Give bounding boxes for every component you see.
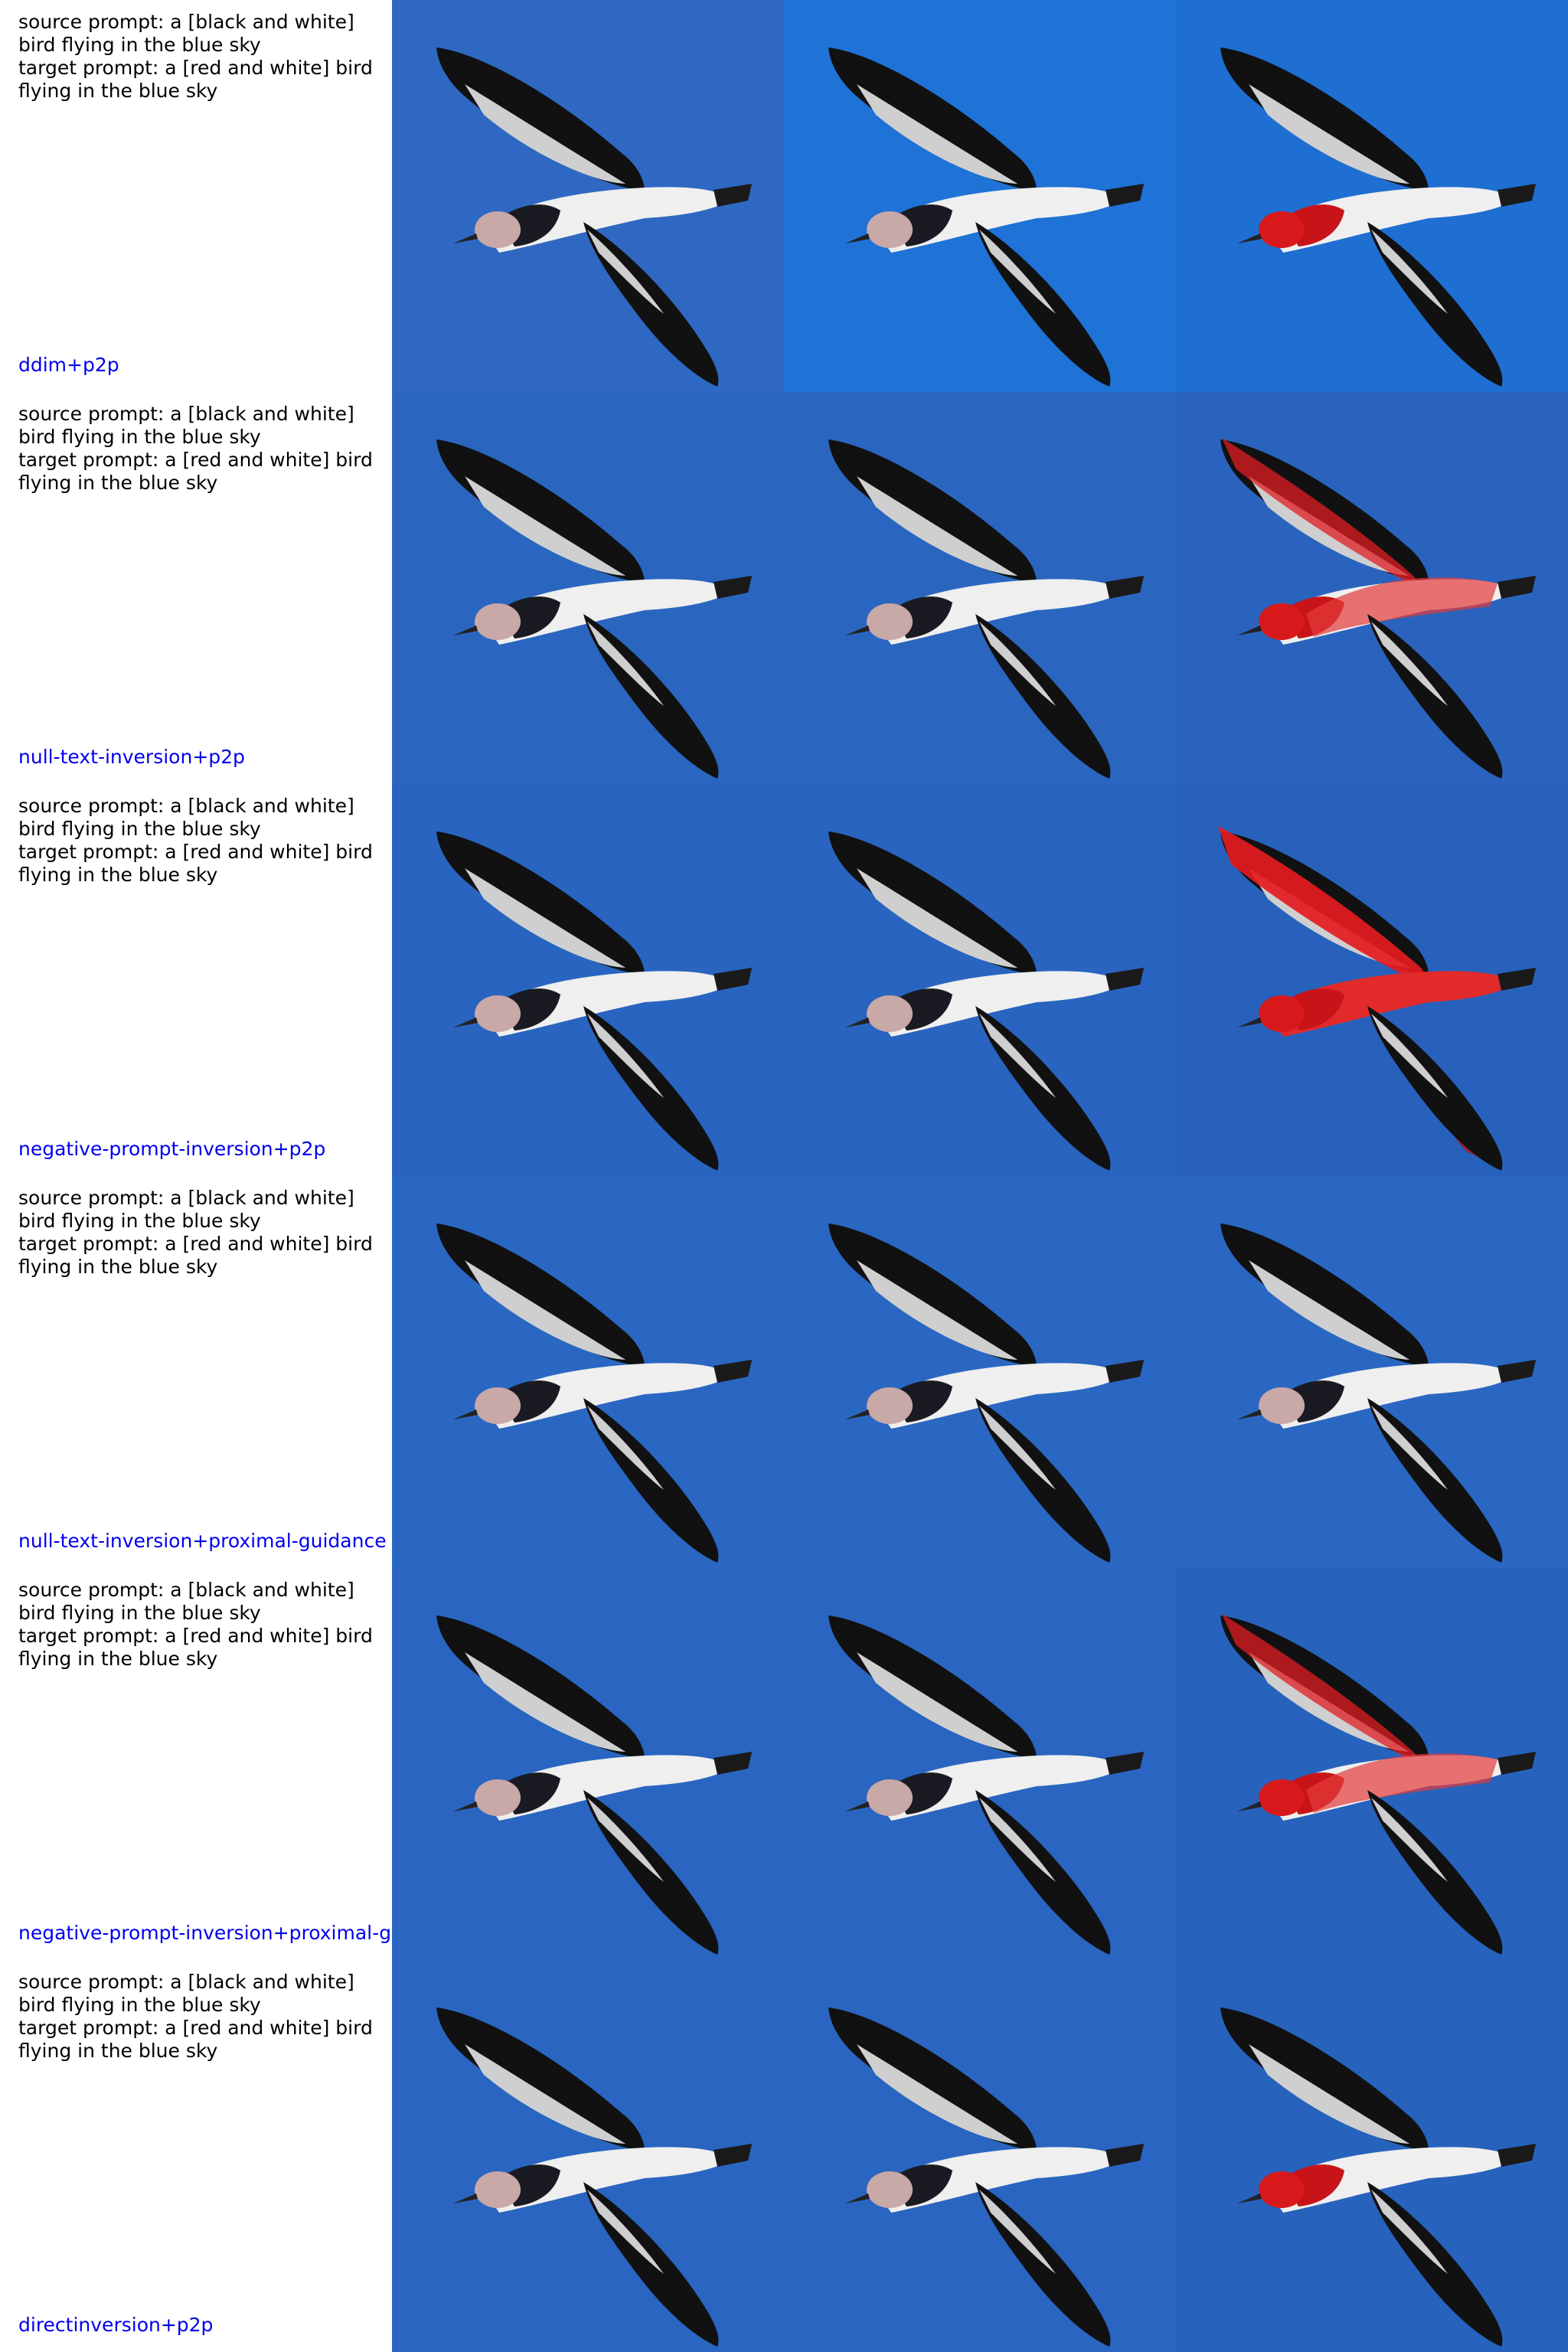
edited-image bbox=[1176, 0, 1568, 392]
prompt-text: source prompt: a [black and white] bird … bbox=[18, 403, 373, 494]
method-label: ddim+p2p bbox=[18, 354, 119, 376]
edited-image bbox=[1176, 1960, 1568, 2352]
bird-photo bbox=[1176, 784, 1568, 1176]
bird-photo bbox=[784, 1176, 1176, 1568]
prompt-text: source prompt: a [black and white] bird … bbox=[18, 1187, 373, 1278]
bird-photo bbox=[1176, 0, 1568, 392]
source-image bbox=[392, 1568, 784, 1960]
prompt-cell: source prompt: a [black and white] bird … bbox=[0, 0, 392, 392]
edited-image bbox=[1176, 1568, 1568, 1960]
bird-photo bbox=[1176, 1568, 1568, 1960]
bird-photo bbox=[392, 0, 784, 392]
bird-photo bbox=[1176, 392, 1568, 784]
bird-photo bbox=[392, 1960, 784, 2352]
edited-image bbox=[1176, 784, 1568, 1176]
prompt-cell: source prompt: a [black and white] bird … bbox=[0, 784, 392, 1176]
prompt-text: source prompt: a [black and white] bird … bbox=[18, 11, 373, 102]
comparison-grid: source prompt: a [black and white] bird … bbox=[0, 0, 1568, 2352]
prompt-text: source prompt: a [black and white] bird … bbox=[18, 795, 373, 886]
source-image bbox=[392, 1176, 784, 1568]
edited-image bbox=[1176, 392, 1568, 784]
source-image bbox=[392, 784, 784, 1176]
comparison-row: source prompt: a [black and white] bird … bbox=[0, 1568, 1568, 1960]
comparison-row: source prompt: a [black and white] bird … bbox=[0, 392, 1568, 784]
source-image bbox=[392, 0, 784, 392]
bird-photo bbox=[784, 392, 1176, 784]
prompt-cell: source prompt: a [black and white] bird … bbox=[0, 392, 392, 784]
bird-photo bbox=[392, 784, 784, 1176]
bird-photo bbox=[392, 1568, 784, 1960]
comparison-row: source prompt: a [black and white] bird … bbox=[0, 784, 1568, 1176]
method-label: null-text-inversion+proximal-guidance bbox=[18, 1530, 387, 1552]
reconstruction-image bbox=[784, 1568, 1176, 1960]
method-label: directinversion+p2p bbox=[18, 2314, 214, 2336]
method-label: null-text-inversion+p2p bbox=[18, 746, 245, 768]
edited-image bbox=[1176, 1176, 1568, 1568]
reconstruction-image bbox=[784, 0, 1176, 392]
bird-photo bbox=[784, 0, 1176, 392]
prompt-text: source prompt: a [black and white] bird … bbox=[18, 1971, 373, 2062]
comparison-row: source prompt: a [black and white] bird … bbox=[0, 0, 1568, 392]
comparison-row: source prompt: a [black and white] bird … bbox=[0, 1176, 1568, 1568]
reconstruction-image bbox=[784, 1176, 1176, 1568]
bird-photo bbox=[784, 1568, 1176, 1960]
method-label: negative-prompt-inversion+p2p bbox=[18, 1138, 326, 1160]
bird-photo bbox=[392, 1176, 784, 1568]
prompt-cell: source prompt: a [black and white] bird … bbox=[0, 1568, 392, 1960]
method-label: negative-prompt-inversion+proximal-g bbox=[18, 1922, 391, 1944]
reconstruction-image bbox=[784, 784, 1176, 1176]
bird-photo bbox=[1176, 1960, 1568, 2352]
bird-photo bbox=[784, 784, 1176, 1176]
prompt-cell: source prompt: a [black and white] bird … bbox=[0, 1960, 392, 2352]
source-image bbox=[392, 392, 784, 784]
reconstruction-image bbox=[784, 1960, 1176, 2352]
bird-photo bbox=[392, 392, 784, 784]
prompt-text: source prompt: a [black and white] bird … bbox=[18, 1579, 373, 1670]
comparison-row: source prompt: a [black and white] bird … bbox=[0, 1960, 1568, 2352]
reconstruction-image bbox=[784, 392, 1176, 784]
prompt-cell: source prompt: a [black and white] bird … bbox=[0, 1176, 392, 1568]
bird-photo bbox=[784, 1960, 1176, 2352]
source-image bbox=[392, 1960, 784, 2352]
bird-photo bbox=[1176, 1176, 1568, 1568]
